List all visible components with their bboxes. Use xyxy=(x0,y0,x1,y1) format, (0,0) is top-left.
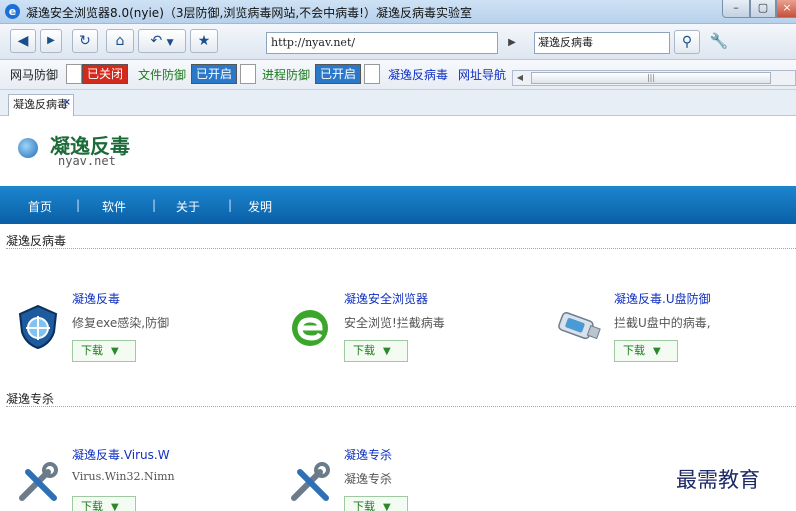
search-button[interactable]: ⚲ xyxy=(674,30,700,54)
watermark: 最需教育 xyxy=(676,468,760,492)
download-label: 下载 xyxy=(623,344,645,357)
file-defense-toggle[interactable] xyxy=(240,64,256,84)
nav-about[interactable]: 关于 xyxy=(176,198,200,215)
nav-invention[interactable]: 发明 xyxy=(248,198,272,215)
arrow-down-icon: ▼ xyxy=(653,346,661,357)
tools-button[interactable]: 🔧 xyxy=(706,30,732,54)
arrow-down-icon: ▼ xyxy=(111,502,119,511)
list-item: 凝逸反毒.Virus.W Virus.Win32.Nimn 下载 ▼ xyxy=(14,446,244,511)
process-defense-label: 进程防御 xyxy=(262,68,311,82)
section-title: 凝逸反病毒 xyxy=(6,234,67,248)
process-defense-toggle[interactable] xyxy=(364,64,380,84)
download-button[interactable]: 下载 ▼ xyxy=(344,340,408,362)
section-divider xyxy=(6,248,796,249)
wrench-icon: 🔧 xyxy=(709,32,729,50)
tab-label: 凝逸反病毒 xyxy=(13,98,68,111)
antivirus-link[interactable]: 凝逸反病毒 xyxy=(388,66,448,83)
undo-icon: ↶ xyxy=(150,33,163,49)
item-title[interactable]: 凝逸安全浏览器 xyxy=(344,290,428,307)
horizontal-scrollbar[interactable]: ◀ ||| xyxy=(512,70,796,86)
title-bar: e 凝逸安全浏览器8.0(nyie)（3层防御,浏览病毒网站,不会中病毒!）凝逸… xyxy=(0,0,796,24)
close-tab-icon[interactable]: × xyxy=(63,93,71,113)
home-icon: ⌂ xyxy=(115,33,125,49)
list-item: 凝逸安全浏览器 安全浏览!拦截病毒 下载 ▼ xyxy=(286,290,516,370)
logo-icon xyxy=(18,138,38,158)
download-button[interactable]: 下载 ▼ xyxy=(72,496,136,511)
nav-home[interactable]: 首页 xyxy=(28,198,52,215)
arrow-down-icon: ▼ xyxy=(111,346,119,357)
download-button[interactable]: 下载 ▼ xyxy=(344,496,408,511)
section-divider xyxy=(6,406,796,407)
site-logo[interactable]: 凝逸反毒 nyav.net xyxy=(18,130,218,176)
refresh-button[interactable]: ↻ xyxy=(72,29,98,53)
item-desc: Virus.Win32.Nimn xyxy=(72,470,175,483)
undo-dropdown-button[interactable]: ↶ ▼ xyxy=(138,29,186,53)
url-nav-link[interactable]: 网址导航 xyxy=(458,66,506,83)
shield-icon xyxy=(18,304,58,350)
web-defense-status[interactable]: 已关闭 xyxy=(82,64,129,84)
web-defense-label: 网马防御 xyxy=(10,68,59,82)
chevron-down-icon: ▼ xyxy=(166,38,174,48)
download-label: 下载 xyxy=(81,344,103,357)
star-icon: ★ xyxy=(197,33,211,49)
arrow-left-icon: ◀ xyxy=(17,33,29,49)
window-title: 凝逸安全浏览器8.0(nyie)（3层防御,浏览病毒网站,不会中病毒!）凝逸反病… xyxy=(26,6,472,20)
minimize-button[interactable]: – xyxy=(722,0,750,18)
address-go-button[interactable]: ▶ xyxy=(500,32,524,54)
protection-bar: 网马防御 已关闭 文件防御 已开启 进程防御 已开启 凝逸反病毒 网址导航 ◀ … xyxy=(0,60,796,90)
arrow-right-icon: ▶ xyxy=(47,35,55,46)
nav-separator: | xyxy=(152,198,157,212)
download-button[interactable]: 下载 ▼ xyxy=(72,340,136,362)
arrow-down-icon: ▼ xyxy=(383,502,391,511)
file-defense-label: 文件防御 xyxy=(138,68,187,82)
web-defense-toggle[interactable] xyxy=(66,64,82,84)
browser-app-icon: e xyxy=(5,4,20,19)
address-bar[interactable]: http://nyav.net/ xyxy=(266,32,498,54)
close-window-button[interactable]: × xyxy=(776,0,796,18)
nav-separator: | xyxy=(76,198,81,212)
tab-antivirus[interactable]: 凝逸反病毒 × xyxy=(8,94,74,116)
download-label: 下载 xyxy=(81,500,103,511)
tools-icon xyxy=(291,462,330,501)
scrollbar-thumb[interactable]: ||| xyxy=(531,72,771,84)
browser-e-icon xyxy=(292,310,328,346)
list-item: 凝逸反毒 修复exe感染,防御 下载 ▼ xyxy=(14,290,244,370)
arrow-down-icon: ▼ xyxy=(383,346,391,357)
back-button[interactable]: ◀ xyxy=(10,29,36,53)
tools-icon xyxy=(19,462,58,501)
search-icon: ⚲ xyxy=(681,34,693,50)
forward-button[interactable]: ▶ xyxy=(40,29,62,53)
item-title[interactable]: 凝逸反毒.Virus.W xyxy=(72,446,170,463)
nav-software[interactable]: 软件 xyxy=(102,198,126,215)
section-title: 凝逸专杀 xyxy=(6,392,55,406)
process-defense-status[interactable]: 已开启 xyxy=(315,64,362,84)
item-desc: 拦截U盘中的病毒, xyxy=(614,316,711,330)
logo-domain: nyav.net xyxy=(58,154,116,168)
search-input[interactable]: 凝逸反病毒 xyxy=(534,32,670,54)
list-item: 凝逸反毒.U盘防御 拦截U盘中的病毒, 下载 ▼ xyxy=(556,290,786,370)
usb-drive-icon xyxy=(558,312,601,340)
scroll-left-icon[interactable]: ◀ xyxy=(513,71,527,85)
navigation-toolbar: ◀ ▶ ↻ ⌂ ↶ ▼ ★ http://nyav.net/ ▶ 凝逸反病毒 ⚲… xyxy=(0,24,796,60)
item-desc: 凝逸专杀 xyxy=(344,472,393,486)
list-item: 凝逸专杀 凝逸专杀 下载 ▼ xyxy=(286,446,516,511)
item-title[interactable]: 凝逸专杀 xyxy=(344,446,392,463)
item-title[interactable]: 凝逸反毒 xyxy=(72,290,120,307)
item-desc: 修复exe感染,防御 xyxy=(72,316,170,330)
download-label: 下载 xyxy=(353,344,375,357)
site-nav: 首页 | 软件 | 关于 | 发明 xyxy=(0,186,796,224)
file-defense-status[interactable]: 已开启 xyxy=(191,64,238,84)
download-button[interactable]: 下载 ▼ xyxy=(614,340,678,362)
maximize-button[interactable]: ▢ xyxy=(750,0,776,18)
chevron-right-icon: ▶ xyxy=(508,37,516,48)
tab-strip: 凝逸反病毒 × xyxy=(0,90,796,116)
nav-separator: | xyxy=(228,198,233,212)
download-label: 下载 xyxy=(353,500,375,511)
item-title[interactable]: 凝逸反毒.U盘防御 xyxy=(614,290,711,307)
refresh-icon: ↻ xyxy=(79,33,91,49)
item-desc: 安全浏览!拦截病毒 xyxy=(344,316,445,330)
favorites-button[interactable]: ★ xyxy=(190,29,218,53)
home-button[interactable]: ⌂ xyxy=(106,29,134,53)
